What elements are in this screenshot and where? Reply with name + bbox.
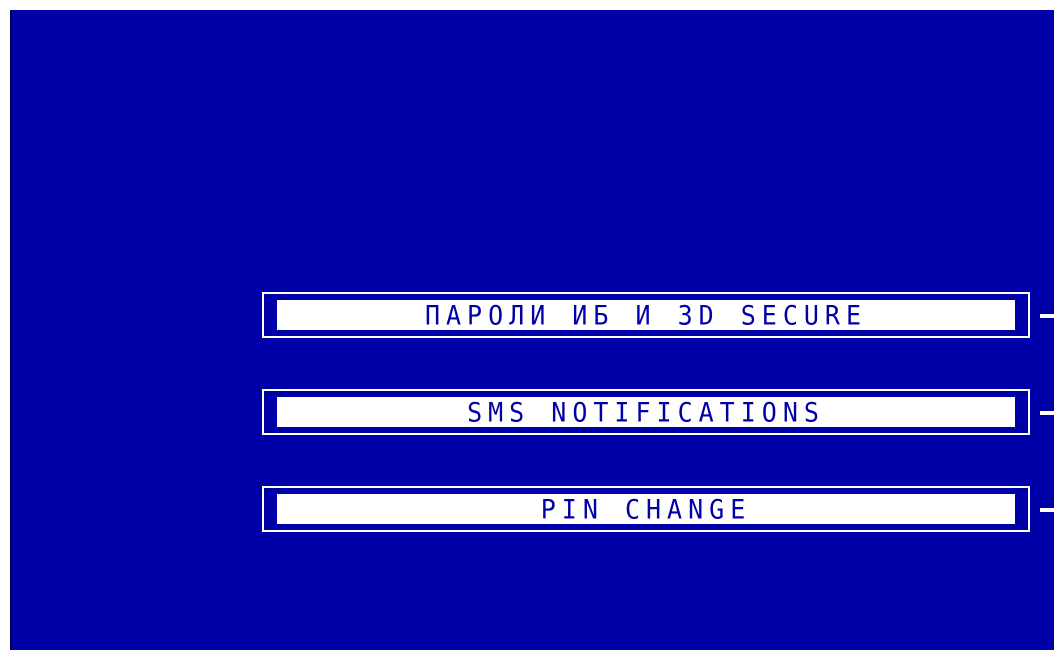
button-label: ПАРОЛИ ИБ И 3D SECURE	[424, 300, 868, 330]
ib-3dsecure-passwords-button[interactable]: ПАРОЛИ ИБ И 3D SECURE	[262, 292, 1030, 338]
button-face: SMS NOTIFICATIONS	[277, 397, 1015, 427]
atm-screen: ПАРОЛИ ИБ И 3D SECURE SMS NOTIFICATIONS …	[10, 10, 1054, 650]
side-key-arrow-icon	[1040, 411, 1054, 415]
sms-notifications-button[interactable]: SMS NOTIFICATIONS	[262, 389, 1030, 435]
button-face: ПАРОЛИ ИБ И 3D SECURE	[277, 300, 1015, 330]
menu-row-ib-3dsecure-passwords: ПАРОЛИ ИБ И 3D SECURE	[262, 292, 1054, 338]
pin-change-button[interactable]: PIN CHANGE	[262, 486, 1030, 532]
side-key-arrow-icon	[1040, 508, 1054, 512]
button-face: PIN CHANGE	[277, 494, 1015, 524]
menu-row-pin-change: PIN CHANGE	[262, 486, 1054, 532]
button-label: SMS NOTIFICATIONS	[467, 397, 825, 427]
screen-left-edge	[10, 10, 12, 650]
menu-row-sms-notifications: SMS NOTIFICATIONS	[262, 389, 1054, 435]
button-label: PIN CHANGE	[540, 494, 752, 524]
side-key-arrow-icon	[1040, 314, 1054, 318]
